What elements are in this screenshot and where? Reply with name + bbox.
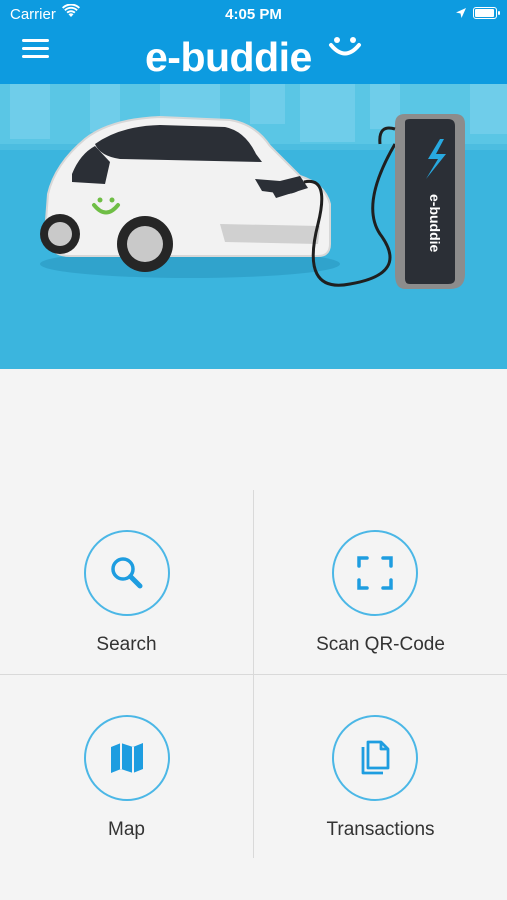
hamburger-menu-icon[interactable]	[22, 39, 49, 59]
app-logo: e-buddie	[145, 30, 361, 80]
ev-charging-illustration: e-buddie	[0, 84, 507, 369]
app-header: Carrier 4:05 PM e-buddie	[0, 0, 507, 84]
transactions-label: Transactions	[326, 819, 435, 840]
status-time: 4:05 PM	[225, 6, 282, 23]
battery-level	[475, 9, 494, 17]
hero-illustration: e-buddie	[0, 84, 507, 369]
app-name: e-buddie	[145, 34, 312, 80]
scan-qr-button[interactable]: Scan QR-Code	[254, 490, 507, 674]
battery-icon	[473, 7, 500, 19]
qr-scan-icon	[332, 530, 418, 616]
status-bar: Carrier 4:05 PM	[0, 0, 507, 28]
map-button[interactable]: Map	[0, 675, 253, 859]
action-grid: Search Scan QR-Code Map Transactions	[0, 490, 507, 860]
location-arrow-icon	[455, 6, 467, 23]
map-icon	[84, 715, 170, 801]
search-button[interactable]: Search	[0, 490, 253, 674]
search-icon	[84, 530, 170, 616]
documents-icon	[332, 715, 418, 801]
station-label: e-buddie	[427, 194, 443, 253]
transactions-button[interactable]: Transactions	[254, 675, 507, 859]
map-label: Map	[108, 819, 145, 840]
scan-qr-label: Scan QR-Code	[316, 634, 445, 655]
search-label: Search	[96, 634, 157, 655]
smile-icon	[329, 37, 361, 56]
